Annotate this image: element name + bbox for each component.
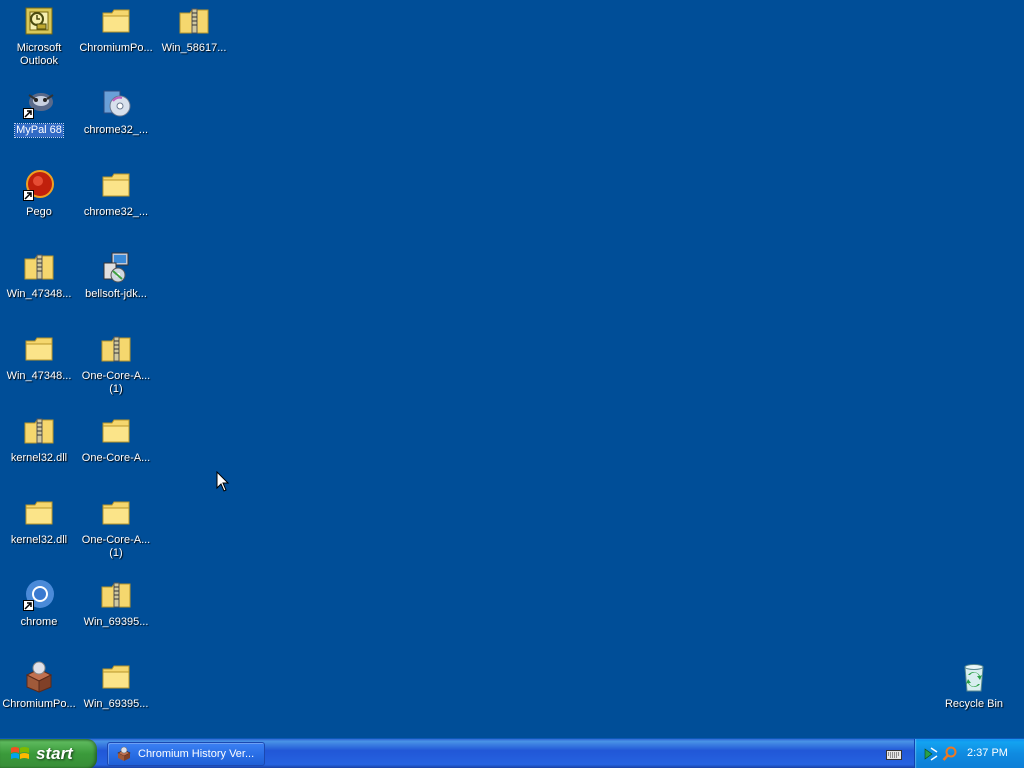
icon-label: chrome32_... — [83, 206, 149, 218]
network-tray-icon[interactable] — [923, 746, 939, 762]
installer-box-icon — [23, 661, 55, 693]
setup-cd-icon — [100, 87, 132, 119]
start-label: start — [36, 744, 73, 763]
outlook-icon — [23, 5, 55, 37]
icon-label: ChromiumPo... — [2, 698, 76, 710]
icon-label: Pego — [26, 206, 52, 218]
icon-label: Recycle Bin — [944, 698, 1004, 710]
folder-icon — [100, 5, 132, 37]
taskbar: start Chromium History Ver... 2:37 PM — [0, 738, 1024, 768]
icon-label: kernel32.dll — [10, 534, 68, 546]
desktop-icon-win-47348-zip[interactable]: Win_47348... — [1, 249, 77, 323]
folder-icon — [100, 415, 132, 447]
start-button[interactable]: start — [0, 739, 97, 768]
icon-label: Win_47348... — [6, 288, 72, 300]
recycle-bin-icon — [958, 661, 990, 693]
icon-label: One-Core-A... (1) — [81, 534, 151, 559]
folder-icon — [23, 497, 55, 529]
desktop-icon-bellsoft-jdk[interactable]: bellsoft-jdk... — [78, 249, 154, 323]
desktop-icon-chromium-portable-folder[interactable]: ChromiumPo... — [78, 3, 154, 77]
icon-label: bellsoft-jdk... — [85, 288, 147, 300]
icon-label: Win_69395... — [83, 616, 149, 628]
zip-folder-icon — [23, 251, 55, 283]
icon-label: chrome32_... — [83, 124, 149, 136]
desktop-icon-microsoft-outlook[interactable]: Microsoft Outlook — [1, 3, 77, 77]
mouse-cursor-icon — [216, 470, 230, 493]
folder-icon — [100, 169, 132, 201]
desktop-icon-mypal68[interactable]: MyPal 68 — [1, 85, 77, 159]
desktop-icon-chrome32-folder[interactable]: chrome32_... — [78, 167, 154, 241]
folder-icon — [23, 333, 55, 365]
icon-label: Win_47348... — [6, 370, 72, 382]
clock[interactable]: 2:37 PM — [967, 747, 1008, 759]
desktop-icon-win-69395-folder[interactable]: Win_69395... — [78, 659, 154, 733]
taskbar-button-label: Chromium History Ver... — [138, 748, 255, 760]
desktop-icon-chrome[interactable]: chrome — [1, 577, 77, 651]
shortcut-arrow-icon — [23, 600, 34, 611]
desktop-icon-win-47348-folder[interactable]: Win_47348... — [1, 331, 77, 405]
desktop[interactable]: Microsoft Outlook MyPal 68 Pego Win_4734… — [0, 0, 1024, 738]
zip-folder-icon — [100, 333, 132, 365]
zip-folder-icon — [178, 5, 210, 37]
desktop-icon-one-core-zip-1[interactable]: One-Core-A... (1) — [78, 331, 154, 405]
folder-icon — [100, 497, 132, 529]
desktop-icon-win-58617[interactable]: Win_58617... — [156, 3, 232, 77]
zip-folder-icon — [23, 415, 55, 447]
search-tray-icon[interactable] — [942, 746, 958, 762]
keyboard-icon[interactable] — [886, 748, 902, 760]
folder-icon — [100, 661, 132, 693]
pego-icon — [23, 169, 55, 201]
desktop-icon-kernel32-folder[interactable]: kernel32.dll — [1, 495, 77, 569]
desktop-icon-one-core-folder[interactable]: One-Core-A... — [78, 413, 154, 487]
icon-label: Microsoft Outlook — [16, 42, 62, 67]
icon-label: ChromiumPo... — [79, 42, 153, 54]
icon-label: Win_69395... — [83, 698, 149, 710]
desktop-icon-chromium-portable[interactable]: ChromiumPo... — [1, 659, 77, 733]
icon-label: MyPal 68 — [14, 123, 64, 138]
desktop-icon-one-core-folder-1[interactable]: One-Core-A... (1) — [78, 495, 154, 569]
desktop-icon-chrome32-installer[interactable]: chrome32_... — [78, 85, 154, 159]
system-tray: 2:37 PM — [914, 739, 1024, 768]
taskbar-button-chromium-history[interactable]: Chromium History Ver... — [107, 742, 265, 766]
chrome-icon — [23, 579, 55, 611]
icon-label: One-Core-A... (1) — [81, 370, 151, 395]
shortcut-arrow-icon — [23, 190, 34, 201]
computer-setup-icon — [100, 251, 132, 283]
windows-logo-icon — [11, 747, 29, 759]
shortcut-arrow-icon — [23, 108, 34, 119]
desktop-icon-kernel32-zip[interactable]: kernel32.dll — [1, 413, 77, 487]
icon-label: Win_58617... — [161, 42, 227, 54]
chromium-history-icon — [117, 746, 131, 761]
desktop-icon-pego[interactable]: Pego — [1, 167, 77, 241]
icon-label: One-Core-A... — [81, 452, 151, 464]
desktop-icon-recycle-bin[interactable]: Recycle Bin — [936, 659, 1012, 733]
zip-folder-icon — [100, 579, 132, 611]
desktop-icon-win-69395-zip[interactable]: Win_69395... — [78, 577, 154, 651]
icon-label: chrome — [20, 616, 58, 628]
icon-label: kernel32.dll — [10, 452, 68, 464]
mypal-icon — [23, 87, 55, 119]
